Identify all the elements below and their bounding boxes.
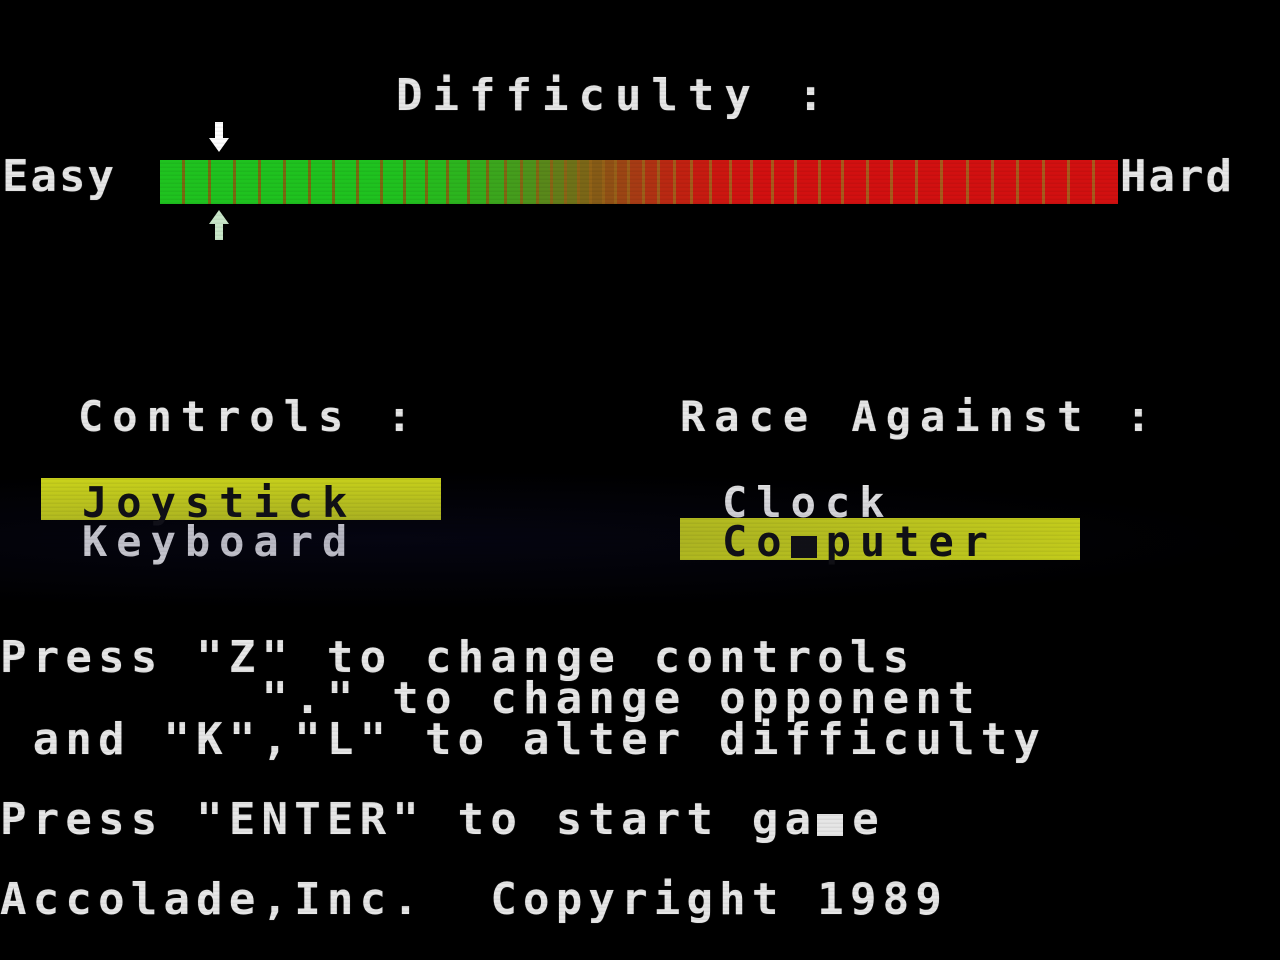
- game-screen: Difficulty : Easy Hard Controls : Joysti…: [0, 0, 1280, 960]
- difficulty-gauge-segment: [285, 160, 308, 204]
- difficulty-gauge-segment: [617, 160, 628, 204]
- difficulty-gauge-segment: [844, 160, 866, 204]
- difficulty-gauge-segment: [943, 160, 966, 204]
- difficulty-gauge-segment: [1095, 160, 1118, 204]
- difficulty-gauge-segment: [449, 160, 467, 204]
- difficulty-gauge-segment: [579, 160, 590, 204]
- difficulty-gauge-segment: [604, 160, 615, 204]
- difficulty-gauge-segment: [335, 160, 357, 204]
- difficulty-gauge-segment: [428, 160, 447, 204]
- difficulty-gauge-segment: [523, 160, 536, 204]
- difficulty-gauge-segment: [1019, 160, 1042, 204]
- corrupted-glyph: [790, 536, 817, 558]
- difficulty-gauge-segment: [185, 160, 208, 204]
- difficulty-gauge-segment: [260, 160, 283, 204]
- difficulty-gauge-segment: [659, 160, 673, 204]
- controls-heading: Controls :: [78, 392, 421, 441]
- difficulty-gauge[interactable]: [160, 160, 1118, 204]
- difficulty-gauge-segment: [405, 160, 426, 204]
- difficulty-easy-label: Easy: [2, 151, 116, 202]
- difficulty-gauge-segment: [566, 160, 577, 204]
- difficulty-gauge-segment: [382, 160, 403, 204]
- difficulty-gauge-segment: [968, 160, 991, 204]
- controls-option-keyboard[interactable]: Keyboard: [82, 519, 356, 565]
- difficulty-title: Difficulty :: [396, 70, 834, 121]
- difficulty-gauge-segment: [553, 160, 564, 204]
- race-against-option-computer[interactable]: Co puter: [722, 519, 997, 565]
- difficulty-gauge-segment: [310, 160, 333, 204]
- difficulty-gauge-segment: [893, 160, 916, 204]
- difficulty-gauge-segment: [630, 160, 642, 204]
- difficulty-gauge-segment: [488, 160, 504, 204]
- difficulty-gauge-segment: [210, 160, 233, 204]
- difficulty-gauge-segment: [538, 160, 551, 204]
- arrow-up-icon: [203, 206, 235, 240]
- corrupted-glyph: [817, 814, 844, 836]
- arrow-down-icon: [203, 122, 235, 156]
- difficulty-hard-label: Hard: [1120, 151, 1234, 202]
- difficulty-gauge-segment: [469, 160, 486, 204]
- difficulty-gauge-segment: [774, 160, 795, 204]
- difficulty-gauge-segment: [1044, 160, 1067, 204]
- copyright-line: Accolade,Inc. Copyright 1989: [0, 874, 949, 925]
- difficulty-gauge-segment: [868, 160, 891, 204]
- difficulty-gauge-segment: [797, 160, 818, 204]
- difficulty-gauge-segment: [993, 160, 1017, 204]
- difficulty-gauge-segment: [731, 160, 750, 204]
- difficulty-gauge-segment: [820, 160, 842, 204]
- race-against-heading: Race Against :: [680, 392, 1161, 441]
- difficulty-gauge-segment: [1069, 160, 1093, 204]
- difficulty-gauge-segment: [675, 160, 691, 204]
- difficulty-gauge-segment: [752, 160, 772, 204]
- difficulty-gauge-segment: [918, 160, 941, 204]
- instruction-line-difficulty: and "K","L" to alter difficulty: [0, 714, 1047, 765]
- difficulty-gauge-segment: [506, 160, 521, 204]
- difficulty-gauge-segment: [359, 160, 380, 204]
- difficulty-gauge-segment: [693, 160, 709, 204]
- difficulty-gauge-segment: [711, 160, 729, 204]
- difficulty-gauge-segment: [592, 160, 602, 204]
- difficulty-gauge-segment: [160, 160, 183, 204]
- difficulty-gauge-segment: [235, 160, 258, 204]
- instruction-line-start: Press "ENTER" to start ga e: [0, 794, 885, 845]
- difficulty-gauge-segment: [644, 160, 657, 204]
